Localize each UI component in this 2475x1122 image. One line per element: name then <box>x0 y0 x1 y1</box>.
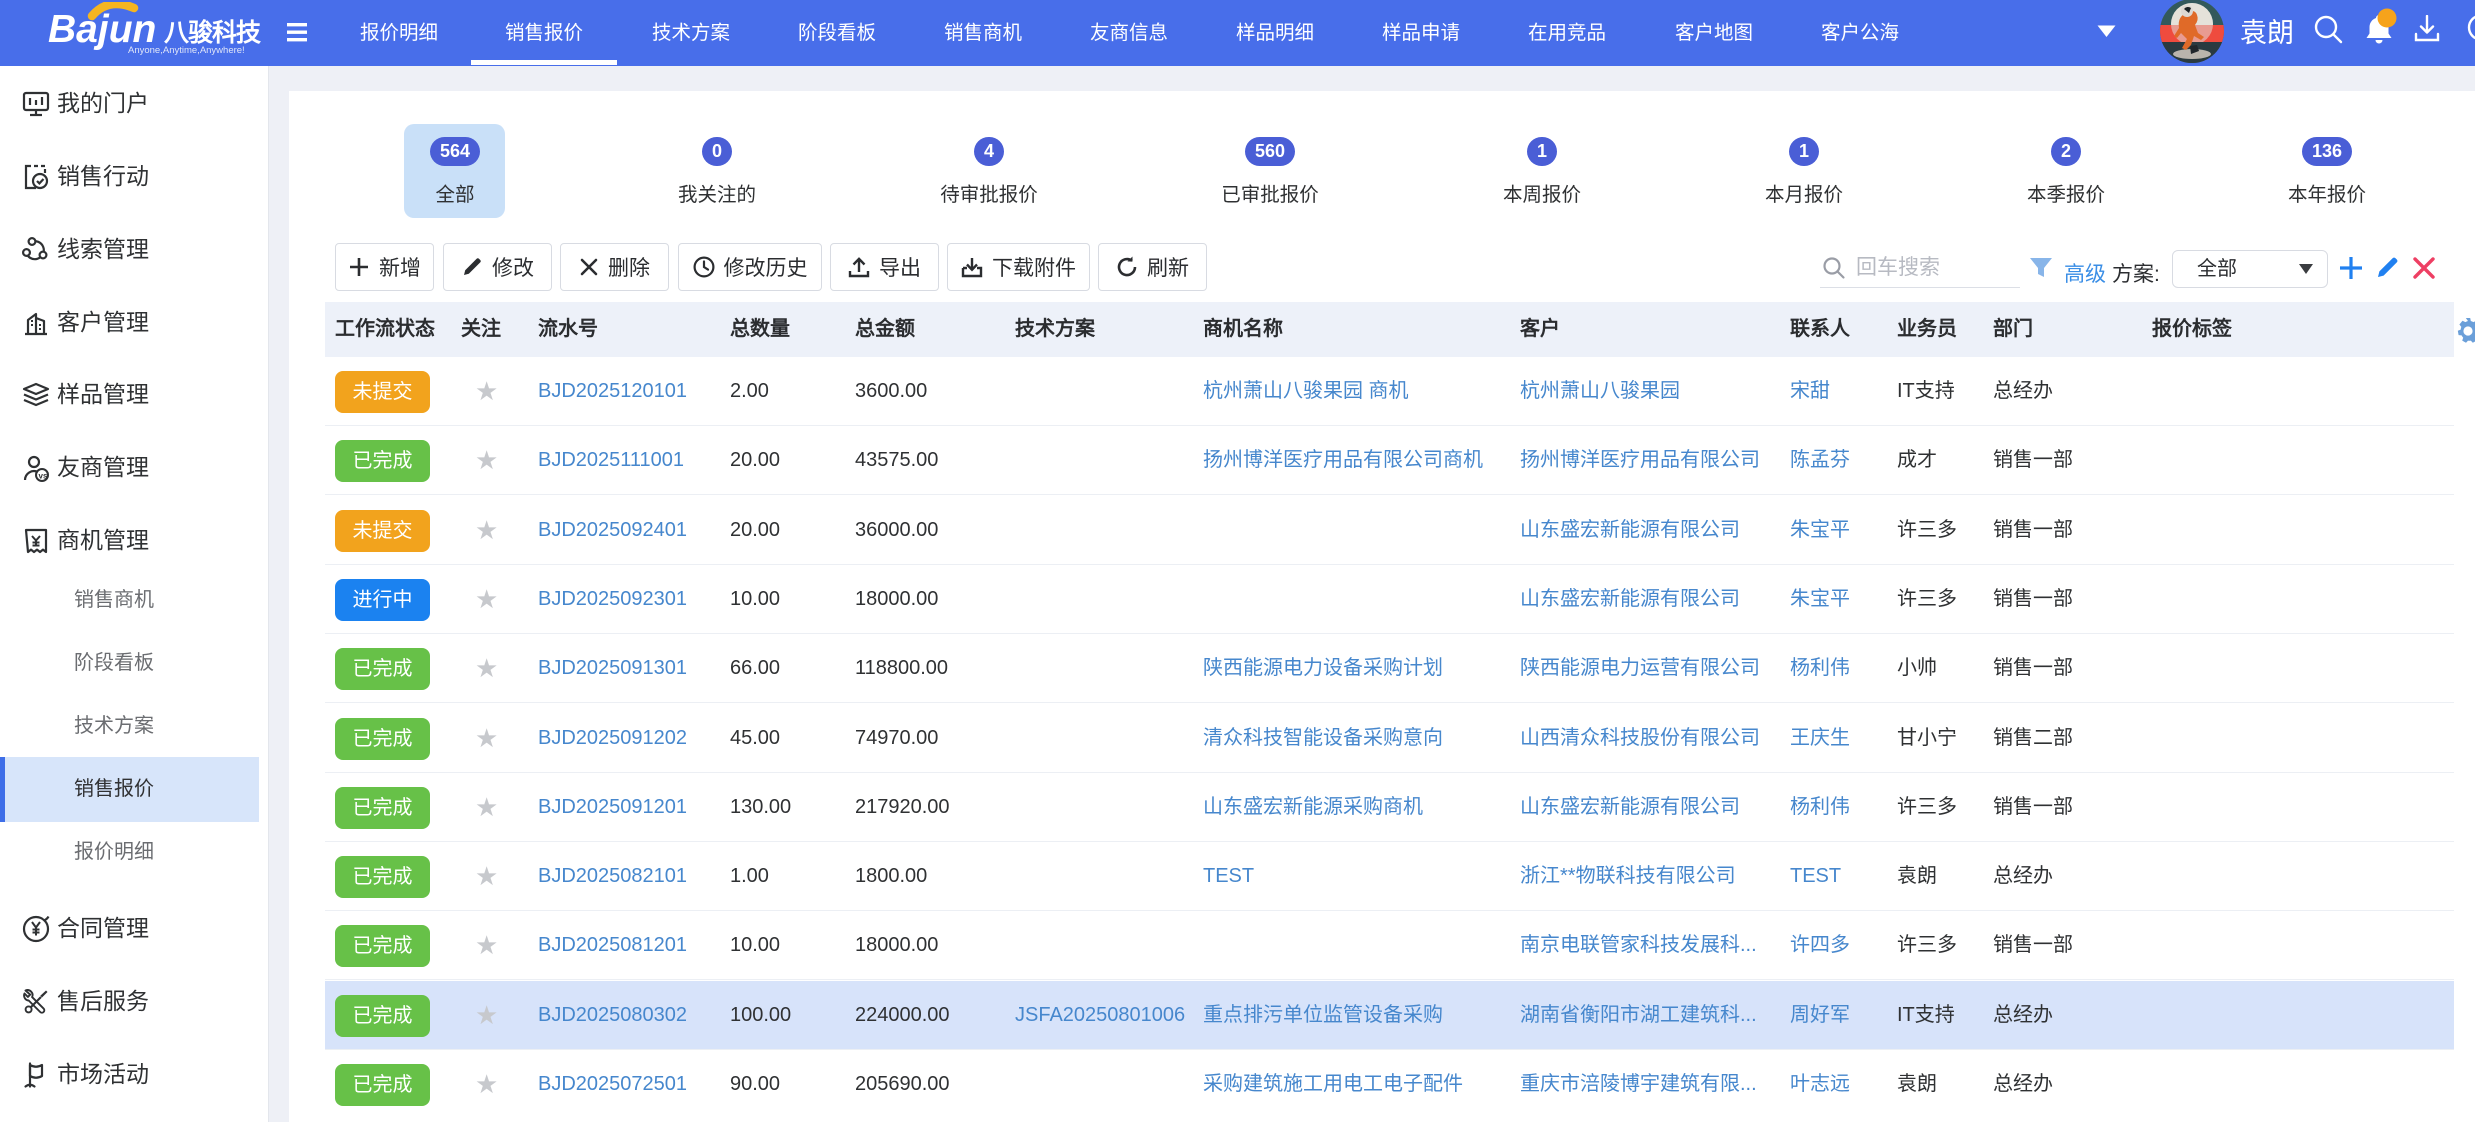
svg-text:Anyone,Anytime,Anywhere!: Anyone,Anytime,Anywhere! <box>128 45 245 56</box>
svg-text:八骏科技: 八骏科技 <box>164 18 261 47</box>
svg-text:vs: vs <box>39 472 48 481</box>
